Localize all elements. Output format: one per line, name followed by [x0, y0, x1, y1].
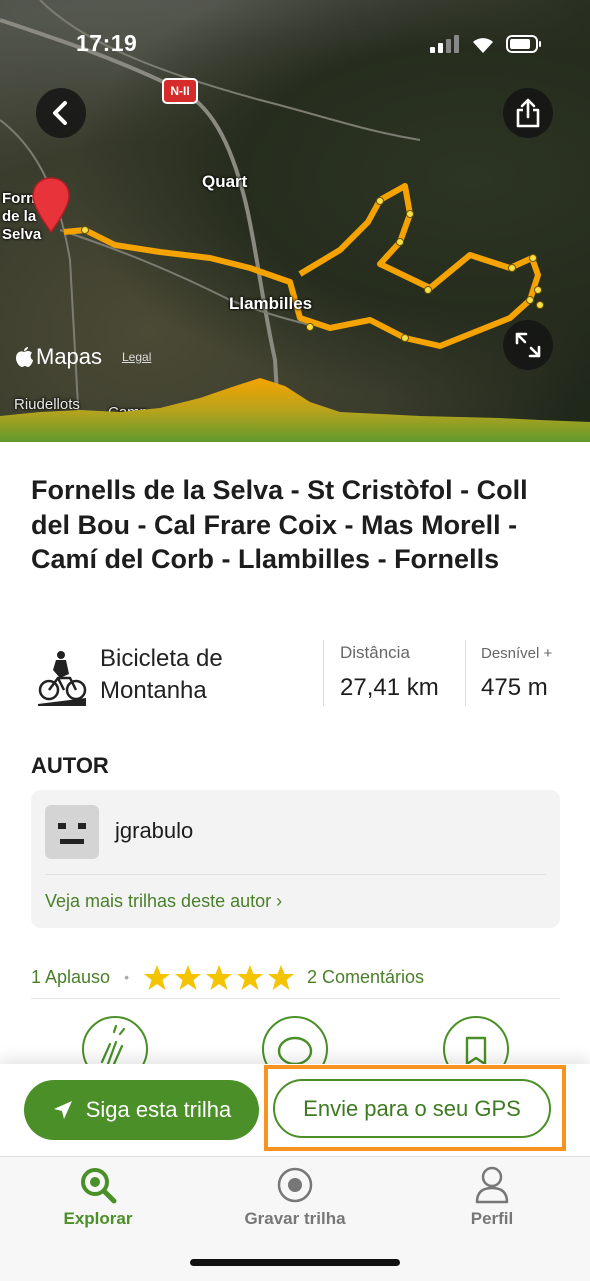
follow-trail-label: Siga esta trilha — [85, 1097, 232, 1122]
place-label: Quart — [202, 172, 248, 191]
comments-count[interactable]: 2 Comentários — [307, 967, 424, 988]
separator-dot: • — [124, 969, 129, 985]
search-icon — [81, 1168, 117, 1204]
map-pin-icon — [32, 177, 70, 234]
applause-count[interactable]: 1 Aplauso — [31, 967, 110, 988]
star-icon — [143, 964, 170, 990]
chevron-left-icon — [53, 101, 67, 125]
tab-explore[interactable]: Explorar — [8, 1165, 188, 1229]
author-card[interactable]: jgrabulo Veja mais trilhas deste autor › — [31, 790, 560, 928]
tab-record[interactable]: Gravar trilha — [205, 1165, 385, 1229]
maps-logo: Mapas — [14, 344, 102, 370]
elevation-value: 475 m — [481, 674, 548, 701]
avatar-eye — [78, 823, 86, 829]
author-name[interactable]: jgrabulo — [115, 818, 193, 844]
trail-title: Fornells de la Selva - St Cristòfol - Co… — [31, 475, 528, 574]
star-icon — [174, 964, 201, 990]
rating-stars — [143, 964, 295, 991]
elevation-label: Desnível + — [481, 645, 553, 662]
navigation-arrow-icon — [53, 1101, 72, 1119]
star-icon — [236, 964, 263, 990]
place-label: Llambilles — [229, 294, 313, 313]
expand-icon — [515, 332, 541, 358]
maps-legal-link[interactable]: Legal — [122, 350, 151, 364]
battery-icon — [506, 35, 541, 53]
elevation-profile — [0, 378, 590, 442]
maps-brand: Mapas — [36, 344, 103, 369]
avatar — [45, 805, 99, 859]
divider — [31, 998, 560, 999]
tab-label: Perfil — [470, 1209, 514, 1228]
distance-value: 27,41 km — [340, 674, 439, 701]
share-button[interactable] — [503, 88, 553, 138]
mountain-bike-icon — [38, 651, 87, 706]
back-button[interactable] — [36, 88, 86, 138]
road-badge: N-II — [162, 78, 198, 104]
signal-icon — [430, 35, 459, 53]
avatar-eye — [58, 823, 66, 829]
profile-icon — [475, 1166, 509, 1204]
highlight-box — [264, 1065, 566, 1151]
star-icon — [205, 964, 232, 990]
card-divider — [45, 874, 546, 875]
stat-divider — [465, 640, 466, 706]
tab-label: Gravar trilha — [244, 1209, 346, 1228]
follow-trail-button[interactable]: Siga esta trilha — [24, 1080, 259, 1140]
avatar-mouth — [60, 839, 84, 844]
stat-divider — [323, 640, 324, 706]
share-icon — [516, 98, 540, 128]
apple-logo-icon — [16, 347, 33, 367]
record-icon — [277, 1167, 313, 1203]
expand-map-button[interactable] — [503, 320, 553, 370]
star-icon — [267, 964, 294, 990]
status-icons — [430, 34, 542, 54]
trail-map[interactable]: 17:19 N-II Quart Llambilles Fornells de … — [0, 0, 590, 442]
author-heading: AUTOR — [31, 753, 109, 778]
status-time: 17:19 — [76, 30, 138, 56]
tab-label: Explorar — [63, 1209, 133, 1228]
distance-label: Distância — [340, 643, 410, 662]
tab-profile[interactable]: Perfil — [402, 1165, 582, 1229]
activity-type: Bicicleta de Montanha — [100, 645, 223, 704]
social-row: 1 Aplauso • 2 Comentários — [31, 962, 424, 992]
wifi-icon — [473, 38, 493, 53]
home-indicator[interactable] — [190, 1259, 400, 1266]
more-trails-link[interactable]: Veja mais trilhas deste autor › — [45, 891, 282, 912]
